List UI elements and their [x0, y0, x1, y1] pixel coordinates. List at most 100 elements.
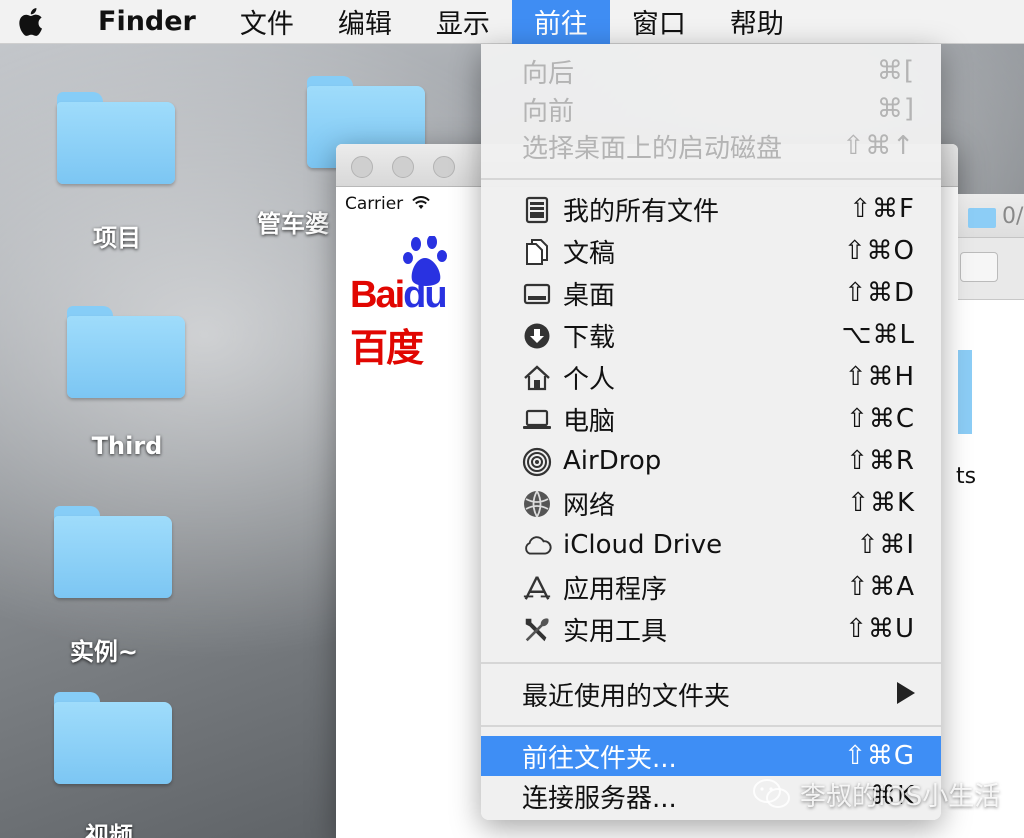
- menu-item-label: 向后: [522, 58, 575, 89]
- view-options-button[interactable]: [960, 252, 998, 282]
- menu-item-label: 最近使用的文件夹: [522, 681, 731, 712]
- desktop-folder[interactable]: 视频: [54, 692, 174, 838]
- menu-item-shortcut: ⇧⌘D: [844, 278, 915, 308]
- menu-view[interactable]: 显示: [414, 0, 512, 44]
- baidu-logo[interactable]: Baidu 百度: [350, 234, 480, 370]
- menu-item-label: AirDrop: [563, 446, 662, 476]
- menu-item-label: 应用程序: [563, 574, 668, 605]
- computer-icon: [522, 405, 552, 435]
- folder-icon: [54, 692, 172, 784]
- menu-item-home[interactable]: 个人 ⇧⌘H: [481, 357, 941, 397]
- watermark: 李叔的iOS小生活: [752, 772, 1000, 816]
- applications-icon: [522, 573, 552, 603]
- airdrop-icon: [522, 447, 552, 477]
- folder-icon: [54, 506, 172, 598]
- menu-separator: [481, 662, 941, 664]
- all-files-icon: [522, 195, 552, 225]
- menu-item-label: 我的所有文件: [563, 196, 720, 227]
- menu-item-all-files[interactable]: 我的所有文件 ⇧⌘F: [481, 189, 941, 229]
- menu-item-shortcut: ⇧⌘O: [843, 236, 915, 266]
- zoom-button[interactable]: [433, 156, 455, 178]
- menu-item-documents[interactable]: 文稿 ⇧⌘O: [481, 231, 941, 271]
- icloud-icon: [522, 531, 552, 561]
- menu-help[interactable]: 帮助: [708, 0, 806, 44]
- finder-toolbar: [958, 238, 1024, 300]
- menu-item-label: 实用工具: [563, 616, 668, 647]
- menu-item-label: 文稿: [563, 238, 616, 269]
- menu-item-shortcut: ⇧⌘I: [856, 530, 915, 560]
- menu-file[interactable]: 文件: [218, 0, 316, 44]
- menu-item-desktop[interactable]: 桌面 ⇧⌘D: [481, 273, 941, 313]
- menu-item-shortcut: ⇧⌘F: [849, 194, 915, 224]
- menu-separator: [481, 178, 941, 180]
- menu-item-label: 电脑: [563, 406, 616, 437]
- utilities-icon: [522, 615, 552, 645]
- finder-item-label: ts: [956, 464, 977, 489]
- menu-item-shortcut: ⇧⌘H: [844, 362, 915, 392]
- desktop-folder[interactable]: Third: [67, 306, 187, 460]
- wechat-icon: [753, 779, 790, 808]
- menu-item-applications[interactable]: 应用程序 ⇧⌘A: [481, 567, 941, 607]
- menu-item-shortcut: ⇧⌘G: [844, 741, 915, 771]
- menu-item-label: 连接服务器...: [522, 783, 677, 814]
- home-icon: [522, 363, 552, 393]
- minimize-button[interactable]: [392, 156, 414, 178]
- finder-folder-icon[interactable]: [958, 350, 972, 434]
- menu-item-goto-folder[interactable]: 前往文件夹... ⇧⌘G: [481, 736, 941, 776]
- menu-go[interactable]: 前往: [511, 0, 610, 44]
- finder-window: 0/ ts: [956, 194, 1024, 838]
- menu-bar: Finder 文件 编辑 显示 前往 窗口 帮助: [0, 0, 1024, 44]
- close-button[interactable]: [351, 156, 373, 178]
- apple-icon: [19, 7, 42, 36]
- menu-item-shortcut: ⇧⌘↑: [842, 131, 915, 161]
- folder-icon: [968, 208, 996, 228]
- menu-item-label: 下载: [563, 322, 616, 353]
- menu-item-label: iCloud Drive: [563, 530, 723, 560]
- desktop-folder[interactable]: 实例~: [54, 506, 174, 666]
- go-menu: 向后 ⌘[ 向前 ⌘] 选择桌面上的启动磁盘 ⇧⌘↑ 我的所有文件 ⇧⌘F 文稿…: [481, 44, 941, 820]
- menu-item-shortcut: ⇧⌘C: [846, 404, 915, 434]
- menu-item-shortcut: ⌥⌘L: [841, 320, 915, 350]
- menu-separator: [481, 725, 941, 727]
- logo-text-du: du: [403, 274, 447, 316]
- menu-item-utilities[interactable]: 实用工具 ⇧⌘U: [481, 609, 941, 649]
- menu-item-icloud[interactable]: iCloud Drive ⇧⌘I: [481, 525, 941, 565]
- menu-item-computer[interactable]: 电脑 ⇧⌘C: [481, 399, 941, 439]
- finder-title: 0/: [1002, 204, 1024, 229]
- logo-text-baidu-cn: 百度: [350, 328, 424, 370]
- baidu-wordmark: Baidu 百度: [350, 274, 480, 372]
- menu-item-label: 个人: [563, 364, 616, 395]
- menu-item-shortcut: ⌘]: [876, 94, 915, 124]
- menu-item-network[interactable]: 网络 ⇧⌘K: [481, 483, 941, 523]
- network-icon: [522, 489, 552, 519]
- menu-item-label: 前往文件夹...: [522, 743, 677, 774]
- desktop-icon: [522, 279, 552, 309]
- folder-icon: [67, 306, 185, 398]
- menu-item-label: 向前: [522, 96, 575, 127]
- menu-item-downloads[interactable]: 下载 ⌥⌘L: [481, 315, 941, 355]
- menu-item-shortcut: ⇧⌘R: [846, 446, 915, 476]
- folder-label: 视频: [85, 822, 133, 838]
- apple-menu[interactable]: [0, 0, 60, 44]
- desktop-folder[interactable]: 项目: [57, 92, 177, 252]
- submenu-arrow-icon: [897, 682, 915, 704]
- finder-titlebar: 0/: [958, 194, 1024, 238]
- menu-edit[interactable]: 编辑: [316, 0, 414, 44]
- logo-text-bai: Bai: [350, 274, 405, 316]
- menu-item-label: 选择桌面上的启动磁盘: [522, 133, 783, 164]
- folder-icon: [57, 92, 175, 184]
- menu-window[interactable]: 窗口: [610, 0, 708, 44]
- documents-icon: [522, 237, 552, 267]
- menu-item-shortcut: ⌘[: [876, 56, 915, 86]
- folder-label: 实例~: [69, 638, 139, 666]
- menu-item-forward: 向前 ⌘]: [481, 89, 941, 129]
- wifi-icon: [412, 196, 430, 209]
- menu-item-label: 网络: [563, 490, 616, 521]
- menu-item-label: 桌面: [563, 280, 616, 311]
- menu-item-airdrop[interactable]: AirDrop ⇧⌘R: [481, 441, 941, 481]
- watermark-text: 李叔的iOS小生活: [800, 781, 1001, 812]
- menu-item-back: 向后 ⌘[: [481, 51, 941, 91]
- menu-item-recent-folders[interactable]: 最近使用的文件夹: [481, 674, 941, 714]
- downloads-icon: [522, 321, 552, 351]
- menu-finder[interactable]: Finder: [60, 0, 218, 44]
